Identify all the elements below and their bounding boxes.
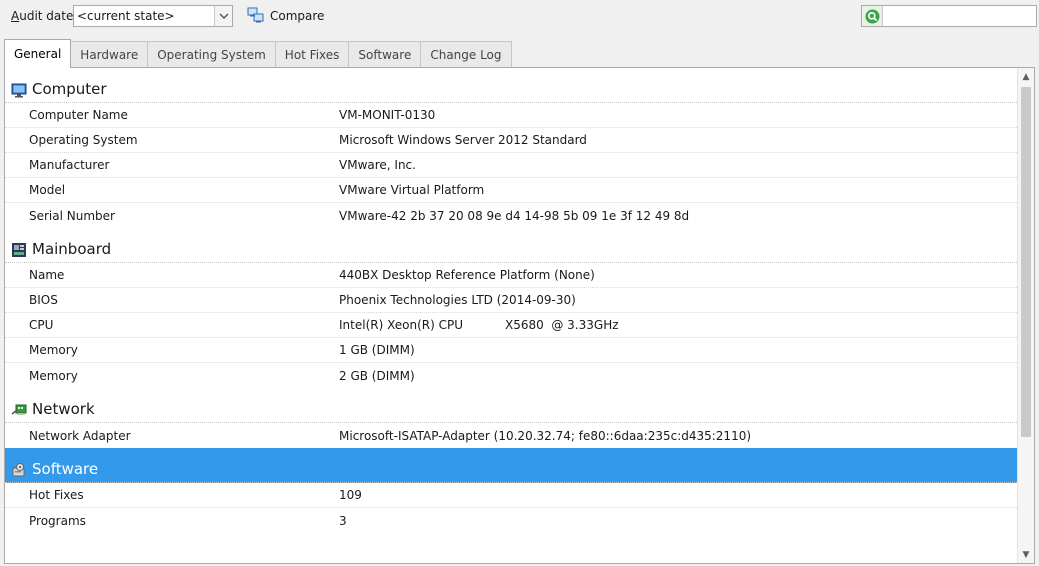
- audit-date-select[interactable]: <current state>: [73, 5, 233, 27]
- section-software[interactable]: Software: [5, 448, 1017, 483]
- software-icon: [11, 462, 27, 478]
- search-icon[interactable]: [862, 6, 883, 26]
- compare-icon: [247, 7, 265, 26]
- row-name: Model: [29, 183, 66, 197]
- monitor-icon: [11, 82, 27, 98]
- tab-hot-fixes[interactable]: Hot Fixes: [274, 41, 350, 68]
- table-row[interactable]: Operating System Microsoft Windows Serve…: [5, 128, 1017, 153]
- row-name: Programs: [29, 513, 86, 528]
- tab-bar: General Hardware Operating System Hot Fi…: [4, 39, 512, 68]
- row-name: Network Adapter: [29, 428, 131, 443]
- row-name: CPU: [29, 318, 54, 332]
- row-value: Intel(R) Xeon(R) CPU X5680 @ 3.33GHz: [339, 318, 619, 332]
- tab-software[interactable]: Software: [348, 41, 422, 68]
- row-value: Phoenix Technologies LTD (2014-09-30): [339, 293, 576, 307]
- row-value: 109: [339, 488, 362, 502]
- scrollbar-thumb[interactable]: [1021, 87, 1031, 437]
- network-icon: [11, 402, 27, 418]
- row-name: Computer Name: [29, 108, 128, 122]
- table-row[interactable]: Serial Number VMware-42 2b 37 20 08 9e d…: [5, 203, 1017, 228]
- row-name: Operating System: [29, 133, 138, 147]
- row-value: 3: [339, 513, 347, 528]
- table-row[interactable]: Computer Name VM-MONIT-0130: [5, 103, 1017, 128]
- audit-date-value: <current state>: [77, 9, 175, 23]
- row-name: Memory: [29, 368, 78, 383]
- section-title: Software: [32, 460, 99, 478]
- table-row[interactable]: BIOS Phoenix Technologies LTD (2014-09-3…: [5, 288, 1017, 313]
- details-list[interactable]: Computer Computer Name VM-MONIT-0130 Ope…: [5, 68, 1017, 563]
- scroll-up-icon[interactable]: ▲: [1018, 68, 1034, 85]
- row-value: Microsoft Windows Server 2012 Standard: [339, 133, 587, 147]
- row-value: 2 GB (DIMM): [339, 368, 415, 383]
- general-panel: Computer Computer Name VM-MONIT-0130 Ope…: [4, 67, 1035, 564]
- audit-date-label: Audit date:: [11, 9, 78, 23]
- tab-hardware[interactable]: Hardware: [70, 41, 149, 68]
- table-row[interactable]: Model VMware Virtual Platform: [5, 178, 1017, 203]
- section-computer[interactable]: Computer: [5, 68, 1017, 103]
- section-title: Computer: [32, 80, 107, 98]
- row-value: 1 GB (DIMM): [339, 343, 415, 357]
- chip-icon: [11, 242, 27, 258]
- tab-general[interactable]: General: [4, 39, 72, 68]
- chevron-down-icon[interactable]: [214, 6, 232, 26]
- compare-label: Compare: [270, 9, 325, 23]
- table-row[interactable]: Name 440BX Desktop Reference Platform (N…: [5, 263, 1017, 288]
- compare-button[interactable]: Compare: [244, 5, 327, 27]
- toolbar: Audit date: <current state> Compare: [0, 0, 1039, 34]
- row-value: VMware Virtual Platform: [339, 183, 485, 197]
- tab-change-log[interactable]: Change Log: [420, 41, 512, 68]
- row-value: Microsoft-ISATAP-Adapter (10.20.32.74; f…: [339, 428, 752, 443]
- row-name: BIOS: [29, 293, 58, 307]
- table-row[interactable]: Memory 2 GB (DIMM): [5, 363, 1017, 388]
- table-row[interactable]: Programs 3: [5, 508, 1017, 533]
- row-value: 440BX Desktop Reference Platform (None): [339, 268, 595, 282]
- table-row[interactable]: Memory 1 GB (DIMM): [5, 338, 1017, 363]
- row-value: VMware-42 2b 37 20 08 9e d4 14-98 5b 09 …: [339, 208, 690, 223]
- table-row[interactable]: Hot Fixes 109: [5, 483, 1017, 508]
- section-network[interactable]: Network: [5, 388, 1017, 423]
- search-box[interactable]: [861, 5, 1037, 27]
- row-name: Name: [29, 268, 65, 282]
- table-row[interactable]: Manufacturer VMware, Inc.: [5, 153, 1017, 178]
- scroll-down-icon[interactable]: ▼: [1018, 546, 1034, 563]
- vertical-scrollbar[interactable]: ▲ ▼: [1017, 68, 1034, 563]
- row-name: Memory: [29, 343, 78, 357]
- table-row[interactable]: Network Adapter Microsoft-ISATAP-Adapter…: [5, 423, 1017, 448]
- tab-operating-system[interactable]: Operating System: [147, 41, 276, 68]
- row-name: Manufacturer: [29, 158, 110, 172]
- row-value: VM-MONIT-0130: [339, 108, 436, 122]
- row-name: Serial Number: [29, 208, 115, 223]
- table-row[interactable]: CPU Intel(R) Xeon(R) CPU X5680 @ 3.33GHz: [5, 313, 1017, 338]
- section-title: Mainboard: [32, 240, 112, 258]
- row-name: Hot Fixes: [29, 488, 84, 502]
- row-value: VMware, Inc.: [339, 158, 416, 172]
- search-input[interactable]: [884, 6, 1036, 26]
- section-mainboard[interactable]: Mainboard: [5, 228, 1017, 263]
- section-title: Network: [32, 400, 95, 418]
